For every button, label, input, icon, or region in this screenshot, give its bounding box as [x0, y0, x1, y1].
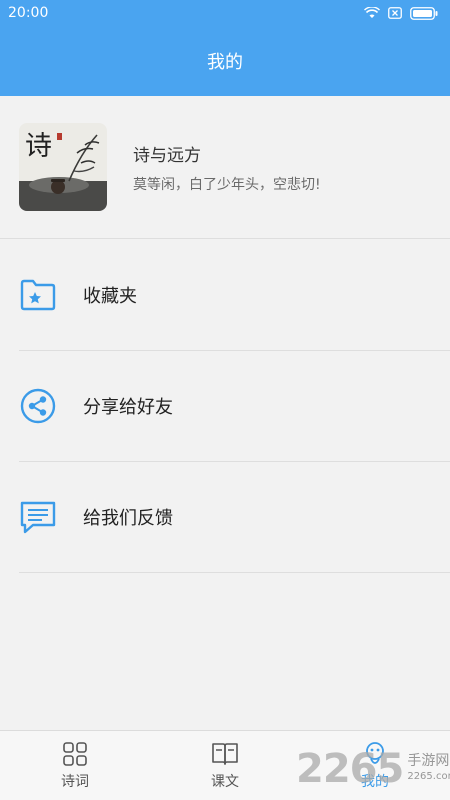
tab-poems[interactable]: 诗词 [0, 731, 150, 800]
share-icon [19, 387, 57, 425]
tab-label-texts: 课文 [211, 773, 239, 790]
folder-star-icon [19, 276, 57, 314]
menu-item-feedback[interactable]: 给我们反馈 [19, 462, 450, 573]
menu-item-share[interactable]: 分享给好友 [19, 351, 450, 462]
watermark-logo: 2265 手游网 2265.com [296, 744, 450, 794]
watermark-url: 2265.com [407, 771, 450, 782]
chat-bubble-icon [19, 498, 57, 536]
status-bar: 20:00 [0, 0, 450, 26]
tab-label-poems: 诗词 [61, 773, 89, 790]
grid-icon [63, 741, 87, 766]
menu-item-favorites[interactable]: 收藏夹 [19, 240, 450, 351]
status-icons [364, 6, 438, 20]
book-icon [212, 742, 238, 765]
menu-label-share: 分享给好友 [83, 397, 173, 418]
sim-icon [388, 7, 402, 19]
menu-label-feedback: 给我们反馈 [83, 508, 173, 529]
profile-name: 诗与远方 [133, 145, 201, 166]
wifi-icon [364, 7, 380, 18]
tab-texts[interactable]: 课文 [150, 731, 300, 800]
profile-motto: 莫等闲，白了少年头，空悲切! [133, 176, 321, 193]
page-title: 我的 [207, 52, 243, 73]
profile-text: 诗与远方 莫等闲，白了少年头，空悲切! [133, 141, 321, 194]
watermark-text: 手游网 [407, 753, 450, 769]
avatar-calligraphy: 诗 [25, 131, 52, 162]
app-bar: 我的 [0, 26, 450, 96]
battery-icon [410, 6, 438, 20]
avatar: 诗 [19, 123, 107, 211]
menu-label-favorites: 收藏夹 [83, 286, 137, 307]
status-time: 20:00 [8, 5, 49, 21]
watermark-number: 2265 [296, 746, 404, 792]
profile-header[interactable]: 诗 诗与远方 莫等闲，白了少年头，空悲切! [0, 96, 450, 239]
